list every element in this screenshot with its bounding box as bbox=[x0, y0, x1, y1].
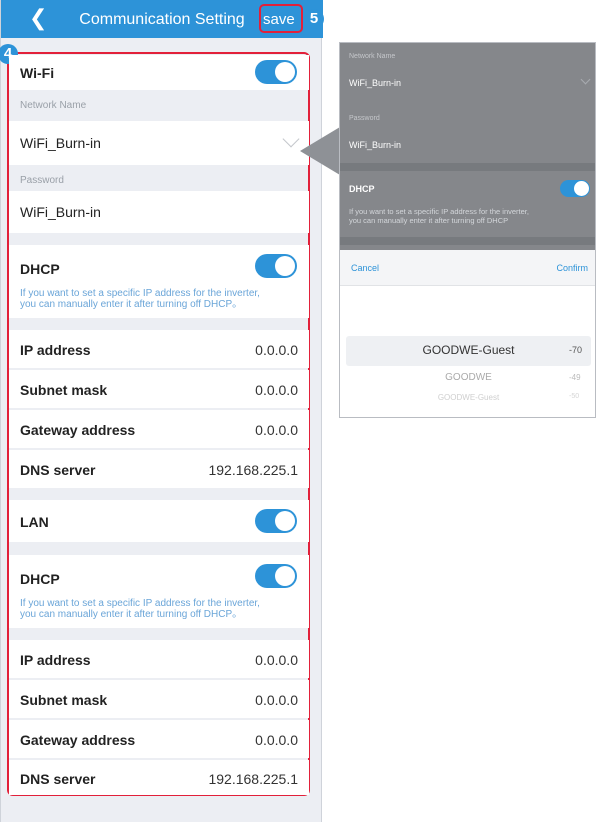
picker-option-signal: -49 bbox=[569, 373, 581, 382]
wifi-dhcp-toggle[interactable] bbox=[255, 254, 297, 278]
field-value[interactable]: 0.0.0.0 bbox=[255, 422, 298, 438]
popup-network-name-label: Network Name bbox=[349, 53, 396, 60]
picker-option[interactable]: GOODWE-Guest bbox=[340, 343, 595, 357]
popup-password-label: Password bbox=[349, 115, 380, 122]
popup-dhcp-toggle bbox=[560, 180, 590, 197]
field-value[interactable]: 192.168.225.1 bbox=[208, 771, 298, 787]
wifi-dns-row[interactable]: DNS server 192.168.225.1 bbox=[9, 450, 309, 488]
popup-dhcp-hint-2: you can manually enter it after turning … bbox=[349, 216, 509, 225]
wifi-dhcp-hint-1: If you want to set a specific IP address… bbox=[20, 288, 260, 299]
lan-dns-row[interactable]: DNS server 192.168.225.1 bbox=[9, 760, 309, 795]
lan-gateway-row[interactable]: Gateway address 0.0.0.0 bbox=[9, 720, 309, 758]
lan-subnet-row[interactable]: Subnet mask 0.0.0.0 bbox=[9, 680, 309, 718]
lan-label: LAN bbox=[20, 514, 49, 530]
field-label: DNS server bbox=[20, 462, 96, 478]
divider bbox=[340, 163, 595, 171]
field-value[interactable]: 0.0.0.0 bbox=[255, 652, 298, 668]
field-value[interactable]: 192.168.225.1 bbox=[208, 462, 298, 478]
field-label: Subnet mask bbox=[20, 692, 108, 708]
lan-dhcp-hint-1: If you want to set a specific IP address… bbox=[20, 598, 260, 609]
wifi-toggle[interactable] bbox=[255, 60, 297, 84]
field-value[interactable]: 0.0.0.0 bbox=[255, 732, 298, 748]
wifi-dhcp-row: DHCP If you want to set a specific IP ad… bbox=[9, 245, 309, 318]
popup-password-value: WiFi_Burn-in bbox=[349, 140, 402, 150]
field-label: Gateway address bbox=[20, 422, 136, 438]
network-name-label: Network Name bbox=[20, 100, 87, 111]
callout-badge-5: 5 bbox=[304, 9, 324, 29]
field-label: Gateway address bbox=[20, 732, 136, 748]
picker-option-signal: -50 bbox=[569, 393, 580, 400]
picker-option-signal: -70 bbox=[569, 345, 583, 355]
picker-option[interactable]: GOODWE bbox=[340, 372, 595, 383]
lan-row: LAN bbox=[9, 500, 309, 542]
field-value[interactable]: 0.0.0.0 bbox=[255, 382, 298, 398]
wifi-gateway-row[interactable]: Gateway address 0.0.0.0 bbox=[9, 410, 309, 448]
lan-toggle[interactable] bbox=[255, 509, 297, 533]
popup-network-name-value: WiFi_Burn-in bbox=[349, 78, 402, 88]
save-highlight-box bbox=[259, 4, 303, 33]
field-value[interactable]: 0.0.0.0 bbox=[255, 692, 298, 708]
lan-dhcp-label: DHCP bbox=[20, 571, 60, 587]
chevron-down-icon[interactable] bbox=[282, 130, 300, 148]
dimmed-settings: Network Name WiFi_Burn-in Password WiFi_… bbox=[340, 43, 595, 250]
password-row[interactable]: WiFi_Burn-in bbox=[9, 191, 309, 233]
wifi-subnet-row[interactable]: Subnet mask 0.0.0.0 bbox=[9, 370, 309, 408]
password-field[interactable]: WiFi_Burn-in bbox=[20, 204, 101, 220]
picker-option[interactable]: GOODWE-Guest bbox=[340, 393, 595, 402]
phone-screen: ❮ Communication Setting save 5 4 Wi-Fi N… bbox=[0, 0, 324, 822]
field-label: IP address bbox=[20, 652, 91, 668]
confirm-button[interactable]: Confirm bbox=[556, 263, 588, 273]
divider bbox=[340, 237, 595, 245]
cancel-button[interactable]: Cancel bbox=[351, 263, 379, 273]
field-label: DNS server bbox=[20, 771, 96, 787]
wifi-dhcp-hint-2: you can manually enter it after turning … bbox=[20, 299, 243, 310]
field-label: Subnet mask bbox=[20, 382, 108, 398]
network-name-row[interactable]: WiFi_Burn-in bbox=[9, 121, 309, 165]
password-label: Password bbox=[20, 175, 64, 186]
wifi-ip-row[interactable]: IP address 0.0.0.0 bbox=[9, 330, 309, 368]
lan-dhcp-hint-2: you can manually enter it after turning … bbox=[20, 609, 243, 620]
field-value[interactable]: 0.0.0.0 bbox=[255, 342, 298, 358]
lan-dhcp-toggle[interactable] bbox=[255, 564, 297, 588]
network-name-value: WiFi_Burn-in bbox=[20, 135, 101, 151]
popup-dhcp-hint-1: If you want to set a specific IP address… bbox=[349, 207, 529, 216]
wifi-dhcp-label: DHCP bbox=[20, 261, 60, 277]
field-label: IP address bbox=[20, 342, 91, 358]
wifi-row: Wi-Fi bbox=[9, 55, 309, 90]
network-picker-popup: Network Name WiFi_Burn-in Password WiFi_… bbox=[339, 42, 596, 418]
wifi-label: Wi-Fi bbox=[20, 65, 55, 81]
chevron-down-icon bbox=[580, 74, 591, 85]
callout-pointer bbox=[300, 127, 340, 175]
picker-toolbar: Cancel Confirm bbox=[340, 250, 595, 286]
lan-ip-row[interactable]: IP address 0.0.0.0 bbox=[9, 640, 309, 678]
popup-dhcp-label: DHCP bbox=[349, 184, 375, 194]
lan-dhcp-row: DHCP If you want to set a specific IP ad… bbox=[9, 555, 309, 628]
